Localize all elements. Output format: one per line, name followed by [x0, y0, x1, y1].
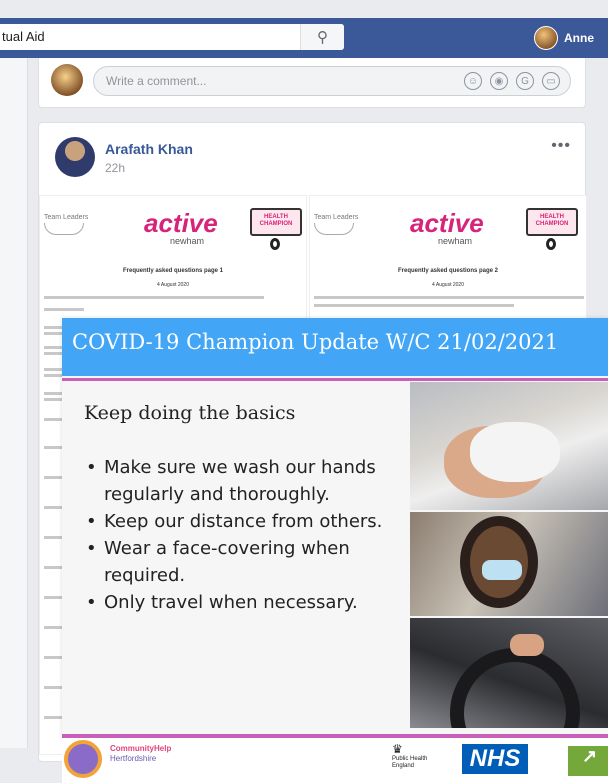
comment-placeholder: Write a comment...	[106, 74, 207, 88]
team-leaders-logo: Team Leaders	[314, 214, 358, 235]
search-button[interactable]: ⚲	[300, 24, 344, 50]
doc-heading: Frequently asked questions page 1	[122, 268, 224, 274]
avatar[interactable]	[55, 137, 95, 177]
medal-icon	[546, 238, 556, 250]
search-input[interactable]: tual Aid	[2, 29, 45, 44]
profile-link[interactable]: Anne	[534, 25, 594, 51]
more-options-button[interactable]: •••	[551, 137, 571, 155]
nhs-logo: NHS	[462, 744, 528, 774]
profile-name: Anne	[564, 31, 594, 45]
list-item: Keep our distance from others.	[84, 508, 384, 535]
emoji-icon[interactable]: ☺	[464, 72, 482, 90]
list-item: Wear a face-covering when required.	[84, 535, 384, 589]
handwashing-photo	[410, 382, 608, 510]
phe-logo: Public Health England	[392, 756, 428, 769]
comment-card: Write a comment... ☺ ◉ G ▭	[38, 58, 586, 108]
driving-photo	[410, 618, 608, 728]
avatar	[51, 64, 83, 96]
bullet-list: Make sure we wash our hands regularly an…	[84, 454, 384, 616]
medal-icon	[270, 238, 280, 250]
slide-title: COVID-19 Champion Update W/C 21/02/2021	[72, 330, 559, 354]
sticker-icon[interactable]: ▭	[542, 72, 560, 90]
brand-logo: active	[144, 208, 218, 238]
community-help-region: Hertfordshire	[110, 754, 157, 763]
avatar	[534, 26, 558, 50]
crest-icon: ♛	[392, 742, 403, 756]
slide-header: COVID-19 Champion Update W/C 21/02/2021	[62, 318, 608, 376]
doc-date: 4 August 2020	[157, 282, 189, 288]
camera-icon[interactable]: ◉	[490, 72, 508, 90]
slide-footer: CommunityHelp Hertfordshire ♛ Public Hea…	[62, 738, 608, 783]
page: tual Aid ⚲ Anne Write a comment... ☺ ◉ G…	[0, 0, 608, 783]
doc-date: 4 August 2020	[432, 282, 464, 288]
slide-image: COVID-19 Champion Update W/C 21/02/2021 …	[62, 318, 608, 738]
left-sidebar	[0, 58, 28, 748]
partner-logo: ↗	[568, 746, 608, 776]
post-timestamp[interactable]: 22h	[105, 161, 125, 175]
health-champion-badge: HEALTH CHAMPION	[526, 208, 578, 236]
comment-toolbar: ☺ ◉ G ▭	[464, 72, 560, 90]
brand-subtitle: newham	[170, 236, 205, 246]
search-icon: ⚲	[317, 29, 328, 46]
search-bar[interactable]: tual Aid ⚲	[0, 24, 344, 50]
health-champion-badge: HEALTH CHAMPION	[250, 208, 302, 236]
brand-logo: active	[410, 208, 484, 238]
brand-subtitle: newham	[438, 236, 473, 246]
face-mask-photo	[410, 512, 608, 616]
slide-subtitle: Keep doing the basics	[84, 402, 296, 424]
list-item: Only travel when necessary.	[84, 589, 384, 616]
top-navigation-bar: tual Aid ⚲ Anne	[0, 18, 608, 58]
gif-icon[interactable]: G	[516, 72, 534, 90]
post-author[interactable]: Arafath Khan	[105, 141, 193, 157]
team-leaders-logo: Team Leaders	[44, 214, 88, 235]
community-help-name: CommunityHelp	[110, 744, 172, 753]
divider	[62, 378, 608, 381]
community-help-logo	[64, 740, 102, 778]
list-item: Make sure we wash our hands regularly an…	[84, 454, 384, 508]
doc-heading: Frequently asked questions page 2	[397, 268, 499, 274]
comment-input[interactable]: Write a comment... ☺ ◉ G ▭	[93, 66, 571, 96]
